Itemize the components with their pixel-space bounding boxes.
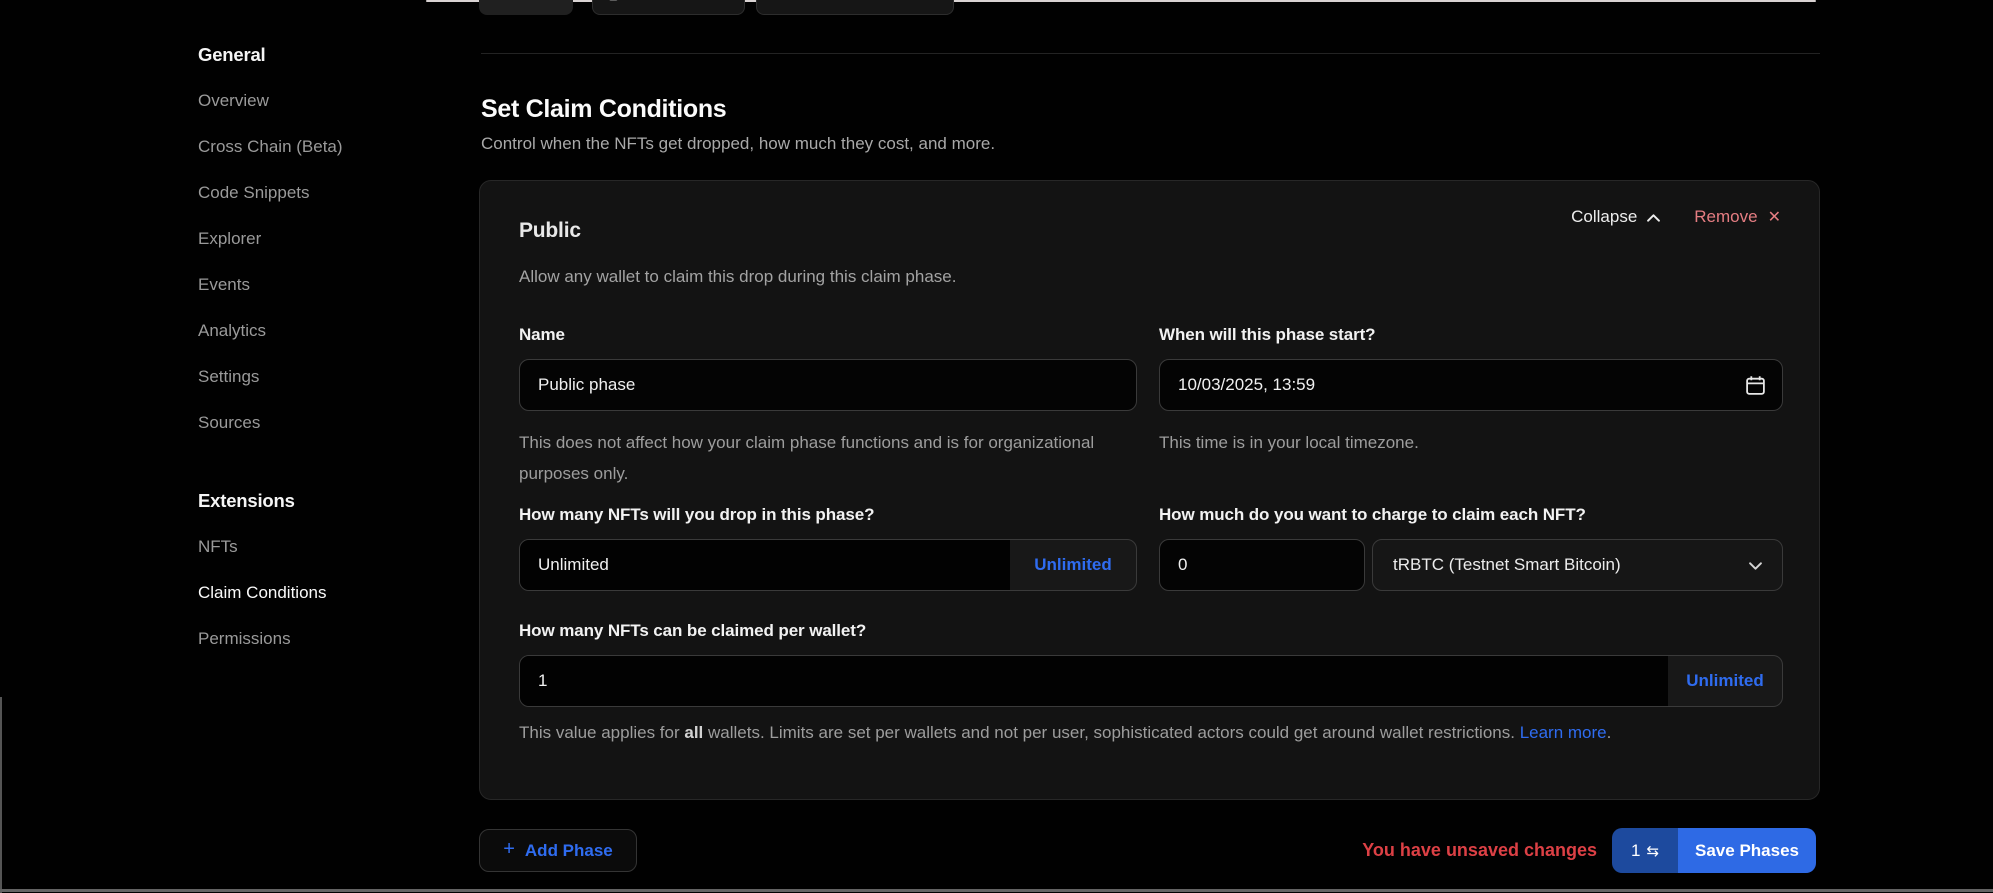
transaction-count: 1 <box>1631 841 1640 861</box>
add-phase-button[interactable]: + Add Phase <box>479 829 637 872</box>
sidebar-item-settings[interactable]: Settings <box>198 354 438 400</box>
name-label: Name <box>519 325 565 345</box>
collapse-button[interactable]: Collapse <box>1571 207 1660 227</box>
sidebar: General Overview Cross Chain (Beta) Code… <box>198 32 438 662</box>
sidebar-item-claim-conditions[interactable]: Claim Conditions <box>198 570 438 616</box>
supply-input-group: Unlimited <box>519 539 1137 591</box>
supply-unlimited-toggle[interactable]: Unlimited <box>1010 540 1136 590</box>
start-label: When will this phase start? <box>1159 325 1375 345</box>
per-wallet-input-group: Unlimited <box>519 655 1783 707</box>
remove-label: Remove <box>1694 207 1757 227</box>
per-wallet-helper-text: This value applies for <box>519 723 684 742</box>
sidebar-section-gap <box>198 446 438 478</box>
page-subtitle: Control when the NFTs get dropped, how m… <box>481 134 995 154</box>
claim-conditions-page: 0xcDc...4700e9 Rootstock Blockscout Gene… <box>0 0 1993 893</box>
external-link-icon <box>924 0 938 4</box>
per-wallet-helper-bold: all <box>684 723 703 742</box>
save-phases-button-group: 1 ⇆ Save Phases <box>1612 828 1816 873</box>
learn-more-link[interactable]: Learn more <box>1520 723 1607 742</box>
close-icon: ✕ <box>1768 207 1781 227</box>
chevron-down-icon <box>1749 555 1762 575</box>
plus-icon: + <box>503 838 515 861</box>
page-title: Set Claim Conditions <box>481 95 726 124</box>
unsaved-changes-status: You have unsaved changes <box>1362 829 1597 872</box>
sidebar-item-permissions[interactable]: Permissions <box>198 616 438 662</box>
per-wallet-input[interactable] <box>520 656 1668 706</box>
price-label: How much do you want to charge to claim … <box>1159 505 1586 525</box>
calendar-icon[interactable] <box>1745 375 1766 401</box>
name-input[interactable] <box>520 360 1136 410</box>
sidebar-heading-extensions: Extensions <box>198 478 438 524</box>
start-input-wrapper <box>1159 359 1783 411</box>
per-wallet-label: How many NFTs can be claimed per wallet? <box>519 621 866 641</box>
start-helper: This time is in your local timezone. <box>1159 427 1419 458</box>
sidebar-heading-general: General <box>198 32 438 78</box>
currency-select[interactable]: tRBTC (Testnet Smart Bitcoin) <box>1372 539 1783 591</box>
sidebar-item-explorer[interactable]: Explorer <box>198 216 438 262</box>
add-phase-label: Add Phase <box>525 841 613 861</box>
price-input-wrapper <box>1159 539 1365 591</box>
per-wallet-helper-text2: wallets. Limits are set per wallets and … <box>703 723 1519 742</box>
phase-controls: Collapse Remove ✕ <box>1571 207 1781 227</box>
supply-label: How many NFTs will you drop in this phas… <box>519 505 874 525</box>
sidebar-item-analytics[interactable]: Analytics <box>198 308 438 354</box>
sidebar-item-sources[interactable]: Sources <box>198 400 438 446</box>
sidebar-item-cross-chain[interactable]: Cross Chain (Beta) <box>198 124 438 170</box>
swap-arrows-icon: ⇆ <box>1646 842 1659 860</box>
per-wallet-unlimited-toggle[interactable]: Unlimited <box>1668 656 1782 706</box>
copy-icon <box>604 0 619 5</box>
chevron-up-icon <box>1647 207 1660 227</box>
transaction-count-button[interactable]: 1 ⇆ <box>1612 828 1678 873</box>
toolbar-button-clipped[interactable] <box>479 0 573 15</box>
viewport-left-edge <box>0 697 2 893</box>
phase-description: Allow any wallet to claim this drop duri… <box>519 267 956 287</box>
name-helper: This does not affect how your claim phas… <box>519 427 1109 489</box>
save-phases-button[interactable]: Save Phases <box>1678 828 1816 873</box>
remove-button[interactable]: Remove ✕ <box>1694 207 1781 227</box>
supply-input[interactable] <box>520 540 1010 590</box>
per-wallet-helper-end: . <box>1607 723 1612 742</box>
start-datetime-input[interactable] <box>1160 360 1782 410</box>
phase-title: Public <box>519 219 581 243</box>
sidebar-item-nfts[interactable]: NFTs <box>198 524 438 570</box>
per-wallet-helper: This value applies for all wallets. Limi… <box>519 717 1754 749</box>
collapse-label: Collapse <box>1571 207 1637 227</box>
viewport-bottom-edge <box>0 889 1993 892</box>
sidebar-item-events[interactable]: Events <box>198 262 438 308</box>
block-explorer-button[interactable]: Rootstock Blockscout <box>756 0 954 15</box>
sidebar-item-code-snippets[interactable]: Code Snippets <box>198 170 438 216</box>
sidebar-item-overview[interactable]: Overview <box>198 78 438 124</box>
currency-selected-value: tRBTC (Testnet Smart Bitcoin) <box>1393 555 1621 575</box>
name-input-wrapper <box>519 359 1137 411</box>
header-divider <box>481 53 1820 54</box>
phase-card: Collapse Remove ✕ Public Allow any walle… <box>479 180 1820 800</box>
contract-address-label: 0xcDc...4700e9 <box>628 0 732 4</box>
contract-address-button[interactable]: 0xcDc...4700e9 <box>592 0 745 15</box>
block-explorer-label: Rootstock Blockscout <box>772 0 915 4</box>
price-input[interactable] <box>1160 540 1364 590</box>
